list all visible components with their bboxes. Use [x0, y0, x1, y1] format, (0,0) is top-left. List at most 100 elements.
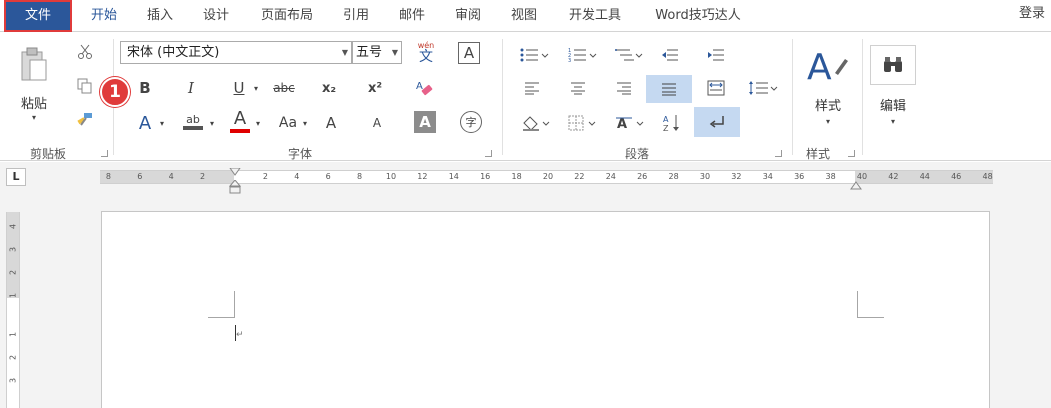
svg-text:A: A	[807, 47, 832, 87]
underline-dropdown-icon[interactable]: ▾	[250, 77, 262, 99]
decrease-indent-icon[interactable]	[658, 45, 682, 65]
text-effects-button[interactable]: A	[134, 111, 156, 135]
first-line-indent-marker[interactable]	[229, 165, 241, 176]
sort-icon[interactable]: AZ	[660, 111, 684, 135]
tab-review[interactable]: 审阅	[448, 0, 488, 32]
tab-home[interactable]: 开始	[84, 0, 124, 32]
format-painter-icon[interactable]	[74, 109, 96, 131]
ruler-tick-label: 16	[480, 172, 491, 181]
paste-icon[interactable]	[18, 43, 50, 87]
strikethrough-button[interactable]: abc	[270, 77, 298, 99]
ruler-tick-label: 2	[8, 354, 18, 361]
tab-insert[interactable]: 插入	[140, 0, 180, 32]
character-shading-button[interactable]: A	[414, 111, 436, 133]
ruler-tick-label: 46	[951, 172, 962, 181]
font-name-combo[interactable]: 宋体 (中文正文) ▼	[120, 41, 352, 64]
tab-design[interactable]: 设计	[196, 0, 236, 32]
paragraph-launcher-icon[interactable]	[775, 150, 782, 157]
align-right-icon[interactable]	[612, 77, 636, 99]
right-indent-marker[interactable]	[850, 180, 862, 190]
ruler-tick-label: 34	[762, 172, 773, 181]
group-separator	[862, 39, 863, 155]
font-name-value: 宋体 (中文正文)	[127, 45, 220, 60]
group-separator	[792, 39, 793, 155]
tab-developer[interactable]: 开发工具	[560, 0, 630, 32]
subscript-button[interactable]: x₂	[318, 77, 340, 99]
font-color-dropdown-icon[interactable]: ▾	[252, 111, 264, 135]
tab-view[interactable]: 视图	[504, 0, 544, 32]
copy-icon[interactable]	[74, 75, 96, 97]
ruler-tick-label: 6	[325, 172, 331, 181]
ruler-tick-label: 42	[888, 172, 899, 181]
font-color-button[interactable]: A	[228, 107, 252, 135]
ruler-tick-label: 6	[137, 172, 143, 181]
left-indent-marker[interactable]	[228, 179, 242, 194]
text-effects-dropdown-icon[interactable]: ▾	[156, 111, 168, 135]
login-link[interactable]: 登录	[1019, 0, 1045, 28]
ruler-tick-label: 4	[294, 172, 300, 181]
svg-text:A: A	[617, 117, 627, 132]
ruler-tick-label: 3	[8, 246, 18, 253]
align-center-icon[interactable]	[566, 77, 590, 99]
font-launcher-icon[interactable]	[485, 150, 492, 157]
editing-dropdown-icon[interactable]: ▾	[887, 115, 899, 127]
ruler-tick-label: 44	[919, 172, 930, 181]
vertical-ruler[interactable]: 4 3 2 1 1 2 3	[6, 212, 20, 408]
tab-references[interactable]: 引用	[336, 0, 376, 32]
margin-corner-top-left	[208, 291, 235, 318]
show-hide-marks-icon[interactable]	[694, 107, 740, 137]
chinese-layout-icon[interactable]: A	[612, 111, 648, 135]
justify-icon[interactable]	[646, 75, 692, 103]
ruler-tick-label: 2	[200, 172, 206, 181]
align-left-icon[interactable]	[520, 77, 544, 99]
shrink-font-button[interactable]: A	[366, 111, 388, 135]
paragraph-mark: ↵	[236, 330, 244, 340]
underline-button[interactable]: U	[228, 77, 250, 99]
ruler-tick-label: 26	[637, 172, 648, 181]
styles-launcher-icon[interactable]	[848, 150, 855, 157]
bullets-icon[interactable]	[518, 45, 552, 65]
change-case-button[interactable]: Aa	[274, 111, 302, 135]
bold-button[interactable]: B	[134, 77, 156, 99]
character-border-icon[interactable]: A	[458, 42, 480, 64]
ruler-margin-left	[100, 171, 234, 183]
editing-button-label[interactable]: 编辑	[870, 95, 916, 114]
enclose-characters-button[interactable]: 字	[460, 111, 482, 133]
highlight-dropdown-icon[interactable]: ▾	[206, 111, 218, 135]
ruler-tick-label: 8	[357, 172, 363, 181]
find-binoculars-icon[interactable]	[870, 45, 916, 85]
ruler-tick-label: 30	[699, 172, 711, 181]
tab-word-tips[interactable]: Word技巧达人	[644, 0, 752, 32]
highlight-button[interactable]: ab	[180, 109, 206, 133]
grow-font-button[interactable]: A	[320, 111, 342, 135]
borders-icon[interactable]	[564, 111, 600, 135]
multilevel-list-icon[interactable]	[612, 45, 646, 65]
clipboard-launcher-icon[interactable]	[101, 150, 108, 157]
tab-file[interactable]: 文件	[4, 0, 72, 32]
cut-icon[interactable]	[74, 41, 96, 63]
paste-dropdown-icon[interactable]: ▾	[28, 111, 40, 123]
numbering-icon[interactable]: 123	[566, 45, 600, 65]
tab-page-layout[interactable]: 页面布局	[252, 0, 322, 32]
tab-selector-button[interactable]: L	[6, 168, 26, 186]
italic-button[interactable]: I	[180, 77, 202, 99]
styles-button-label[interactable]: 样式	[806, 95, 850, 114]
paste-label[interactable]: 粘贴	[18, 93, 50, 112]
increase-indent-icon[interactable]	[704, 45, 728, 65]
ruler-tick-label: 36	[794, 172, 805, 181]
step-callout-badge: 1	[100, 77, 130, 107]
font-size-combo[interactable]: 五号 ▼	[352, 41, 402, 64]
paragraph-shading-icon[interactable]	[518, 111, 554, 135]
clear-formatting-icon[interactable]: A	[412, 77, 436, 99]
ruler-tick-label: 28	[668, 172, 679, 181]
line-spacing-icon[interactable]	[746, 77, 780, 99]
tab-mailings[interactable]: 邮件	[392, 0, 432, 32]
phonetic-guide-icon[interactable]: wén 文	[414, 39, 438, 67]
change-case-dropdown-icon[interactable]: ▾	[300, 111, 310, 135]
superscript-button[interactable]: x²	[364, 77, 386, 99]
styles-gallery-icon[interactable]: A	[802, 41, 852, 89]
styles-dropdown-icon[interactable]: ▾	[822, 115, 834, 127]
paragraph-group-label: 段落	[625, 147, 650, 161]
distributed-align-icon[interactable]	[704, 77, 728, 99]
font-size-value: 五号	[356, 45, 383, 60]
